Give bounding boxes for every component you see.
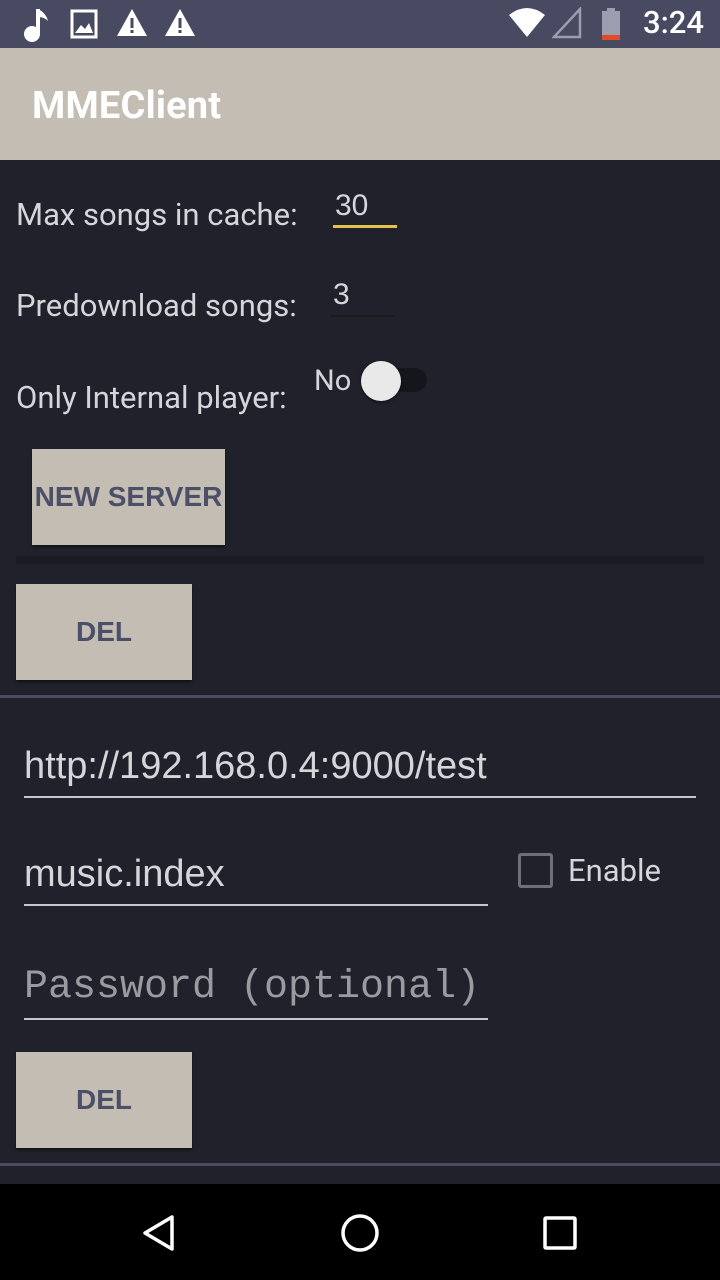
internal-player-switch[interactable] <box>361 361 427 401</box>
status-bar: 3:24 <box>0 0 720 48</box>
back-icon <box>143 1215 174 1251</box>
warning-icon <box>165 9 195 36</box>
battery-low-icon <box>602 8 620 40</box>
enable-label: Enable <box>568 852 661 889</box>
server-url-input[interactable] <box>24 742 696 798</box>
app-bar: MMEClient <box>0 48 720 160</box>
delete-button[interactable]: DEL <box>16 1052 192 1148</box>
recents-button[interactable] <box>535 1208 585 1258</box>
password-input[interactable] <box>24 962 488 1020</box>
section-divider <box>16 556 704 564</box>
server-divider <box>0 1163 720 1166</box>
internal-player-label: Only Internal player: <box>16 379 287 416</box>
warning-icon <box>117 9 147 36</box>
wifi-icon <box>509 8 545 37</box>
switch-thumb <box>361 361 401 401</box>
new-server-button[interactable]: NEW SERVER <box>32 449 225 545</box>
home-button[interactable] <box>335 1208 385 1258</box>
navigation-bar <box>0 1184 720 1280</box>
internal-player-state: No <box>314 364 352 398</box>
enable-checkbox[interactable] <box>518 853 553 888</box>
server-divider <box>0 695 720 698</box>
predownload-input[interactable] <box>331 277 395 317</box>
home-icon <box>341 1214 379 1252</box>
app-title: MMEClient <box>32 84 222 128</box>
cellular-signal-icon <box>552 7 582 39</box>
max-songs-label: Max songs in cache: <box>16 196 298 233</box>
music-note-icon <box>24 9 48 42</box>
max-songs-input[interactable] <box>333 188 397 228</box>
back-button[interactable] <box>134 1208 184 1258</box>
clock: 3:24 <box>642 4 704 41</box>
recents-icon <box>543 1216 577 1250</box>
predownload-label: Predownload songs: <box>16 287 297 324</box>
image-icon <box>70 9 98 39</box>
index-file-input[interactable] <box>24 850 488 906</box>
delete-button[interactable]: DEL <box>16 584 192 680</box>
